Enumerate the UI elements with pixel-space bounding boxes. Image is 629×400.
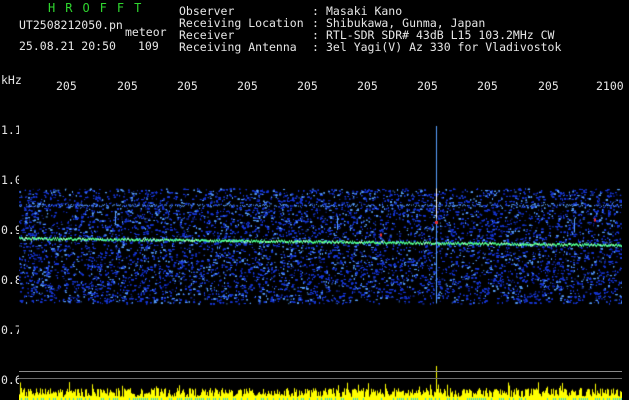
x-tick-label: 205 [417, 79, 438, 93]
x-tick-label: 205 [538, 79, 559, 93]
info-label: Receiving Antenna [179, 40, 297, 54]
meteor-count: 109 [138, 39, 159, 53]
x-tick-label: 205 [297, 79, 318, 93]
info-value: 3el Yagi(V) Az 330 for Vladivostok [326, 40, 562, 54]
x-tick-label: 205 [177, 79, 198, 93]
app-title: HROFFT [48, 1, 152, 15]
baseline-divider [19, 378, 622, 379]
info-antenna: Receiving Antenna:3el Yagi(V) Az 330 for… [179, 41, 561, 53]
y-axis-unit: kHz [1, 73, 22, 87]
meteor-label: meteor [125, 25, 167, 39]
x-tick-label: 205 [357, 79, 378, 93]
spectrogram-canvas [19, 96, 622, 400]
baseline-divider [19, 371, 622, 372]
x-tick-label: 205 [477, 79, 498, 93]
x-tick-label: 205 [117, 79, 138, 93]
info-separator: : [312, 40, 319, 54]
capture-datetime: 25.08.21 20:50 [19, 39, 116, 53]
x-tick-label: 205 [237, 79, 258, 93]
file-name: UT2508212050.pn [19, 18, 123, 32]
x-tick-label: 205 [56, 79, 77, 93]
x-tick-label: 2100 [596, 79, 624, 93]
